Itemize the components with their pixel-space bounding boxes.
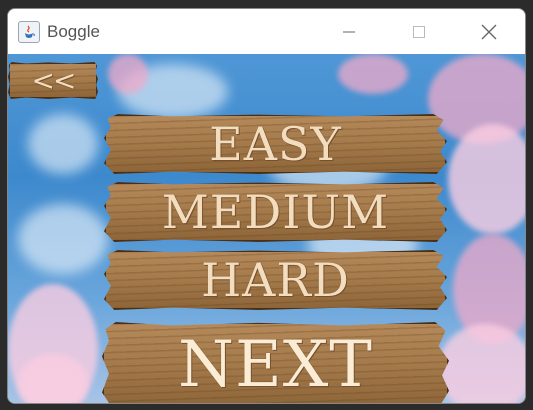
hard-button[interactable]: HARD [104,250,447,310]
title-bar[interactable]: Boggle [8,9,525,54]
blossom [108,54,148,94]
java-icon [18,20,40,43]
easy-button[interactable]: EASY [104,114,447,174]
medium-label: MEDIUM [161,185,390,239]
app-window: Boggle << EASY MEDIUM HARD NEXT [7,8,526,404]
game-background: << EASY MEDIUM HARD NEXT [8,54,525,403]
blossom [338,54,408,94]
minimize-button[interactable] [314,9,384,54]
window-title: Boggle [47,21,100,41]
maximize-button[interactable] [384,9,454,54]
back-button[interactable]: << [8,62,98,99]
next-label: NEXT [178,328,373,402]
blossom [438,324,525,403]
next-button[interactable]: NEXT [102,322,449,403]
back-label: << [31,64,77,97]
cloud [18,204,108,274]
minimize-icon [343,31,355,32]
close-button[interactable] [454,9,524,54]
hard-label: HARD [201,253,350,307]
medium-button[interactable]: MEDIUM [104,182,447,242]
blossom [448,124,525,234]
close-icon [481,24,497,39]
cloud [28,114,98,174]
maximize-icon [413,25,425,38]
easy-label: EASY [209,117,342,171]
